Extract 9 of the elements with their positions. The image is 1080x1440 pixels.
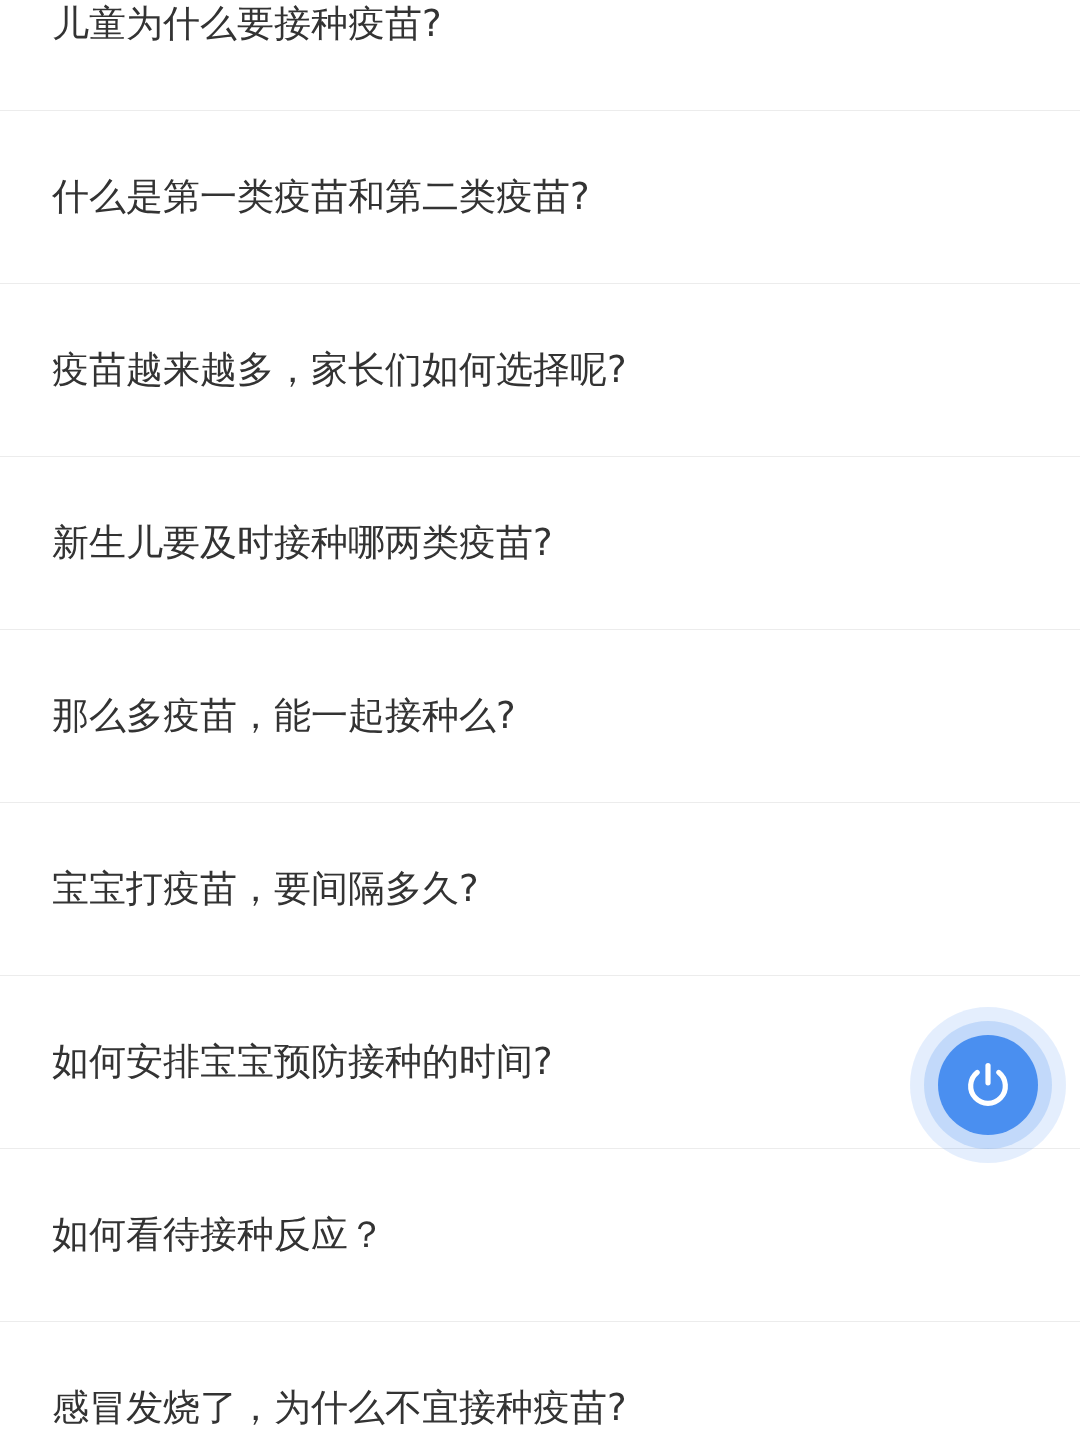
question-item[interactable]: 如何安排宝宝预防接种的时间? [52, 1037, 553, 1087]
question-item[interactable]: 如何看待接种反应？ [52, 1210, 385, 1260]
question-item[interactable]: 儿童为什么要接种疫苗? [52, 0, 442, 49]
question-item[interactable]: 什么是第一类疫苗和第二类疫苗? [52, 172, 590, 222]
question-item[interactable]: 新生儿要及时接种哪两类疫苗? [52, 518, 553, 568]
question-item[interactable]: 宝宝打疫苗，要间隔多久? [52, 864, 479, 914]
question-item[interactable]: 感冒发烧了，为什么不宜接种疫苗? [52, 1383, 627, 1433]
question-item[interactable]: 疫苗越来越多，家长们如何选择呢? [52, 345, 627, 395]
question-item[interactable]: 那么多疫苗，能一起接种么? [52, 691, 516, 741]
